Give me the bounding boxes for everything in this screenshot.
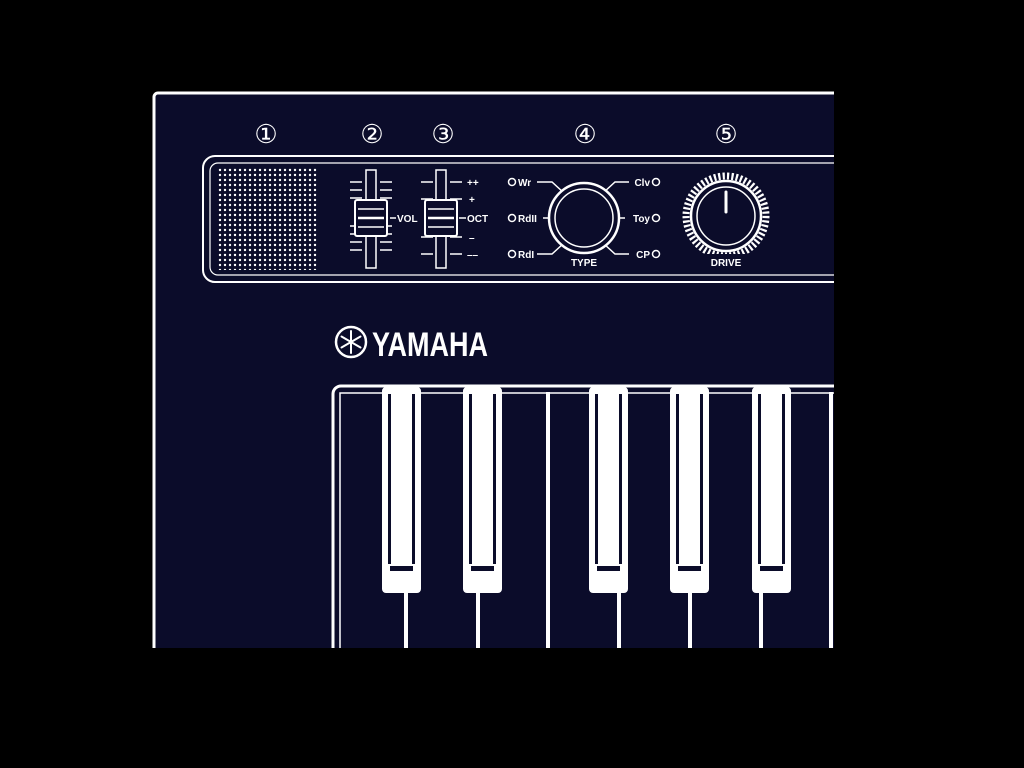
type-option-wr: Wr xyxy=(518,178,531,189)
type-led-clv xyxy=(651,177,661,187)
type-label: TYPE xyxy=(571,258,597,269)
type-option-rdii: RdII xyxy=(518,214,537,225)
brand-wordmark: YAMAHA xyxy=(372,326,488,364)
volume-label: VOL xyxy=(397,214,418,225)
black-key[interactable] xyxy=(463,387,502,593)
instrument-body: VOL ++ + OCT – –– Wr RdII RdI Clv Toy CP… xyxy=(152,91,834,648)
black-key[interactable] xyxy=(589,387,628,593)
type-option-toy: Toy xyxy=(633,214,650,225)
type-option-clv: Clv xyxy=(634,178,650,189)
octave-mark-minus2: –– xyxy=(467,250,479,261)
callout-1: ① xyxy=(254,119,277,149)
octave-mark-plus1: + xyxy=(469,195,475,206)
type-led-toy xyxy=(651,213,661,223)
type-led-rdi xyxy=(507,249,517,259)
type-led-wr xyxy=(507,177,517,187)
octave-mark-plus2: ++ xyxy=(467,178,479,189)
black-key[interactable] xyxy=(382,387,421,593)
keyboard-diagram: VOL ++ + OCT – –– Wr RdII RdI Clv Toy CP… xyxy=(152,91,834,648)
callout-3: ③ xyxy=(431,119,454,149)
octave-mark-minus1: – xyxy=(469,233,475,244)
callout-4: ④ xyxy=(573,119,596,149)
black-key[interactable] xyxy=(752,387,791,593)
type-led-rdii xyxy=(507,213,517,223)
keyboard xyxy=(331,384,834,648)
speaker-grille xyxy=(218,168,318,270)
drive-label: DRIVE xyxy=(711,258,742,269)
callout-2: ② xyxy=(360,119,383,149)
type-option-cp: CP xyxy=(636,250,650,261)
type-led-cp xyxy=(651,249,661,259)
callout-5: ⑤ xyxy=(714,119,737,149)
octave-label: OCT xyxy=(467,214,488,225)
type-knob-ring[interactable] xyxy=(547,181,621,255)
type-option-rdi: RdI xyxy=(518,250,534,261)
black-key[interactable] xyxy=(670,387,709,593)
